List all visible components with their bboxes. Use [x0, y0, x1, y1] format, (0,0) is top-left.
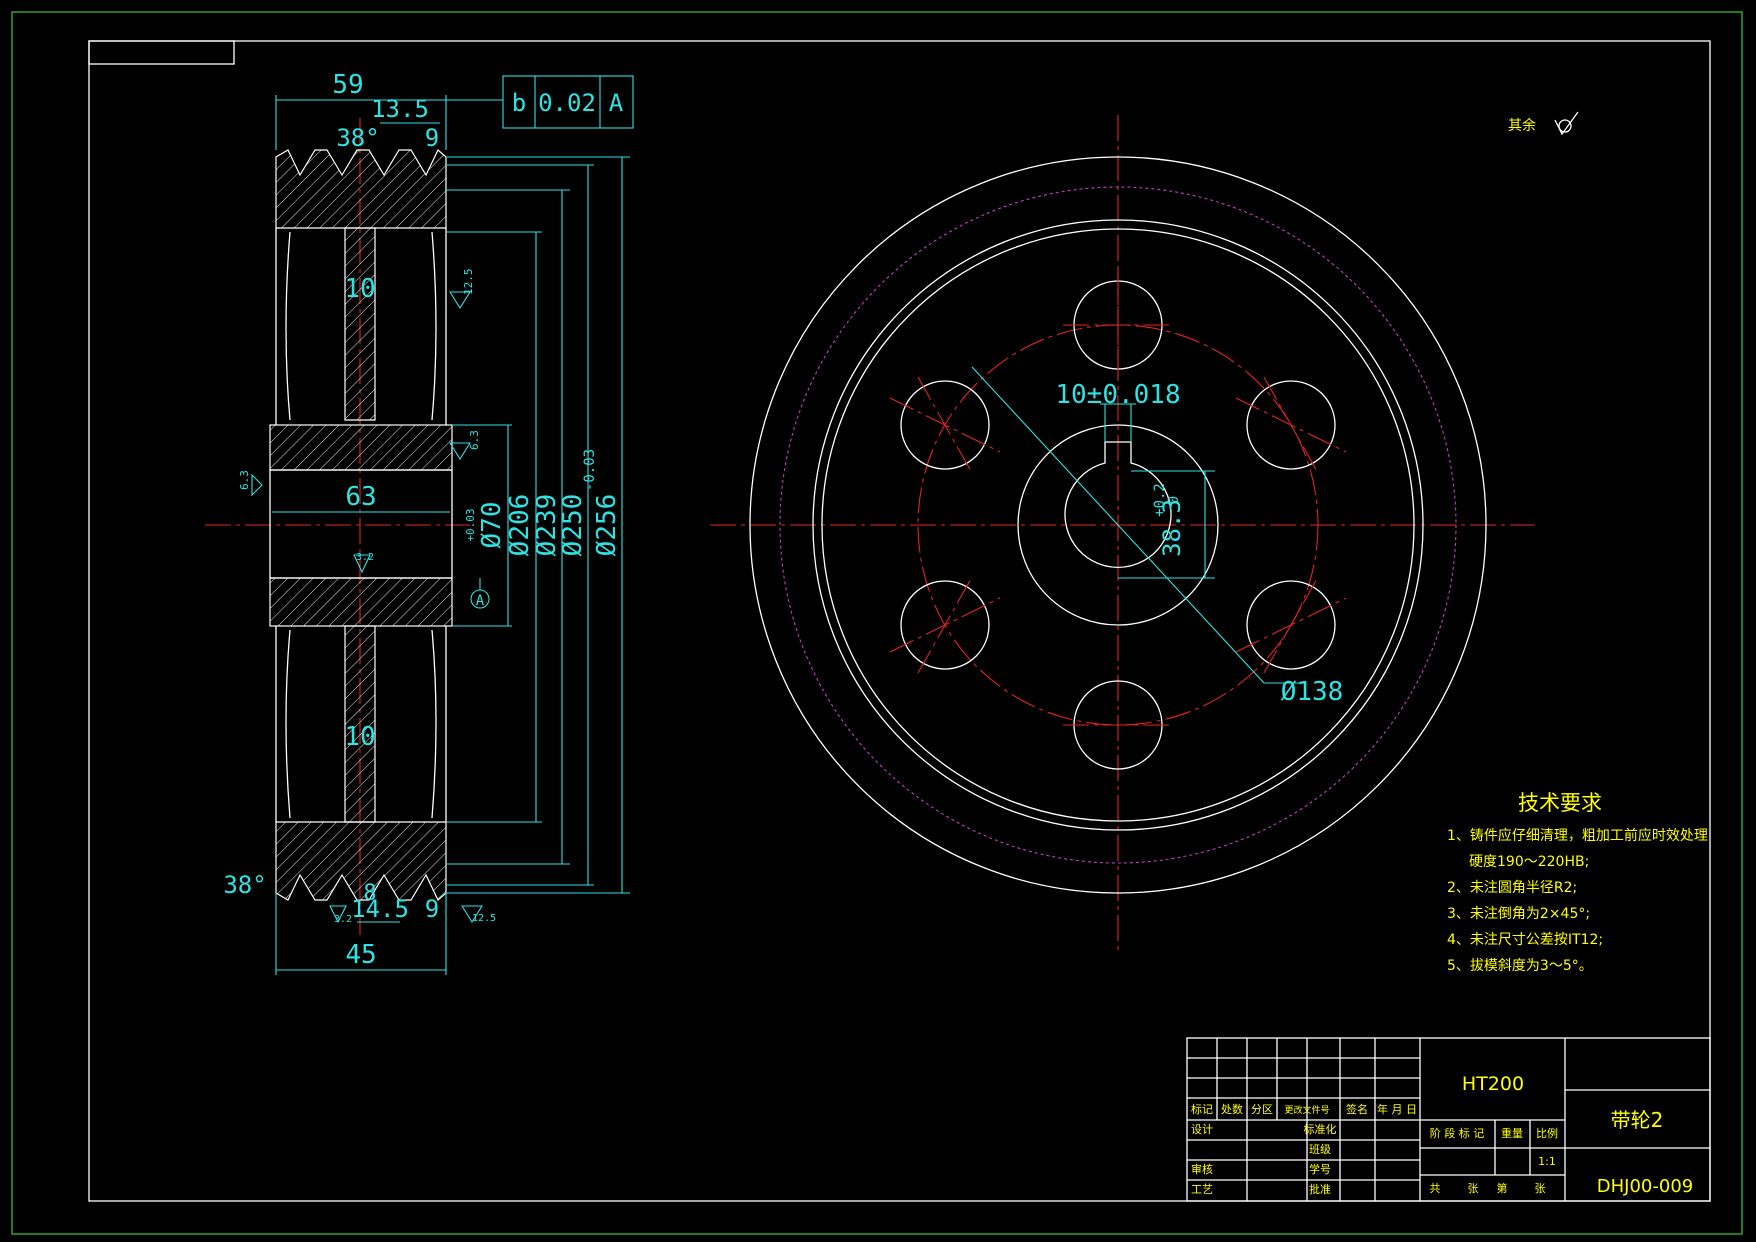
tb-weight: 重量	[1501, 1126, 1523, 1140]
dim-38deg: 38°	[336, 124, 379, 152]
tb-sheets: 张	[1468, 1182, 1479, 1195]
dim-10-upper: 10	[344, 274, 375, 304]
tb-sheets2: 张	[1535, 1182, 1546, 1195]
tb-date: 年 月 日	[1377, 1102, 1417, 1116]
datum-a: A	[476, 593, 485, 609]
dim-keyway: 10±0.018	[1055, 380, 1180, 410]
tech-requirements: 技术要求 1、铸件应仔细清理，粗加工前应时效处理 硬度190～220HB; 2、…	[1447, 791, 1708, 974]
tolerance-value: 0.02	[538, 89, 596, 117]
tech-item-1: 1、铸件应仔细清理，粗加工前应时效处理	[1447, 827, 1708, 844]
tech-item-4: 4、未注尺寸公差按IT12;	[1447, 932, 1603, 948]
dim-59: 59	[332, 70, 363, 100]
dim-8: 8	[363, 881, 376, 906]
tb-sign: 签名	[1346, 1102, 1368, 1116]
tech-item-5: 5、拔模斜度为3～5°。	[1447, 958, 1593, 974]
dim-45: 45	[345, 940, 376, 970]
hub-lower	[269, 577, 453, 627]
tb-stage-mark: 阶 段 标 记	[1430, 1126, 1485, 1140]
tb-change-doc: 更改文件号	[1284, 1104, 1329, 1116]
upper-web	[344, 227, 376, 421]
tech-item-3: 3、未注倒角为2×45°;	[1447, 906, 1590, 922]
tb-mark: 标记	[1191, 1102, 1213, 1116]
rest-roughness: 其余	[1508, 117, 1536, 134]
tb-scale-label: 比例	[1536, 1126, 1558, 1140]
dim-d206: Ø206	[505, 494, 535, 557]
dim-d256: Ø256	[592, 494, 622, 557]
hub-upper	[269, 424, 453, 471]
dim-hub-tol-lower: 0	[1166, 496, 1182, 504]
section-view: 59 13.5 38° 9 b 0.02 A 10 10 63 Ø70 +0.0…	[205, 70, 634, 975]
dim-9-bottom: 9	[425, 895, 439, 923]
tech-item-1b: 硬度190～220HB;	[1469, 854, 1589, 870]
rough-12-5-b: 12.5	[472, 913, 496, 924]
dim-bolt-circle: Ø138	[1281, 677, 1344, 707]
title-block: 标记 处数 分区 更改文件号 签名 年 月 日 设计 标准化 班级 学号 审核 …	[1186, 1037, 1711, 1202]
cad-drawing: 59 13.5 38° 9 b 0.02 A 10 10 63 Ø70 +0.0…	[11, 11, 1743, 1235]
tb-process: 工艺	[1191, 1183, 1213, 1196]
lower-rim	[275, 821, 447, 901]
tb-part-name: 带轮2	[1611, 1108, 1664, 1132]
tech-title: 技术要求	[1518, 791, 1602, 815]
tb-total: 共	[1430, 1182, 1441, 1195]
tb-class: 班级	[1309, 1143, 1331, 1156]
dim-13-5: 13.5	[371, 95, 429, 123]
rough-3-2-a: 3.2	[356, 552, 374, 563]
dim-d250-tol: -0.03	[582, 449, 598, 491]
tb-approve: 批准	[1309, 1182, 1331, 1196]
rest-roughness-icon	[1554, 111, 1579, 136]
tb-design: 设计	[1191, 1123, 1213, 1136]
dim-63: 63	[345, 482, 376, 512]
tb-review: 审核	[1191, 1162, 1213, 1176]
dim-d70: Ø70	[477, 502, 507, 549]
tb-student-no: 学号	[1309, 1162, 1331, 1176]
rough-12-5-a: 12.5	[462, 269, 475, 296]
dim-14-5: 14.5	[351, 895, 409, 923]
tb-drawing-no: DHJ00-009	[1597, 1176, 1693, 1197]
tolerance-datum: A	[609, 89, 624, 117]
dim-d70-tol: +0.03	[464, 508, 477, 541]
tb-sheet-no: 第	[1497, 1181, 1508, 1195]
tech-item-2: 2、未注圆角半径R2;	[1447, 880, 1577, 896]
tb-material: HT200	[1462, 1073, 1524, 1095]
tb-count: 处数	[1221, 1103, 1243, 1116]
dim-38deg-bottom: 38°	[223, 871, 266, 899]
corner-tag-box	[88, 40, 235, 65]
rough-3-2-b: 3.2	[334, 914, 352, 925]
dim-10-lower: 10	[344, 722, 375, 752]
dim-d250: Ø250	[558, 494, 588, 557]
rough-6-3-a: 6.3	[468, 430, 481, 450]
tb-scale: 1:1	[1538, 1155, 1556, 1168]
tolerance-symbol: b	[512, 89, 526, 117]
tb-zone: 分区	[1251, 1103, 1273, 1116]
tb-standardize: 标准化	[1304, 1122, 1337, 1136]
rough-6-3-b: 6.3	[238, 470, 251, 490]
dim-9-top: 9	[425, 124, 439, 152]
upper-rim	[275, 149, 447, 229]
